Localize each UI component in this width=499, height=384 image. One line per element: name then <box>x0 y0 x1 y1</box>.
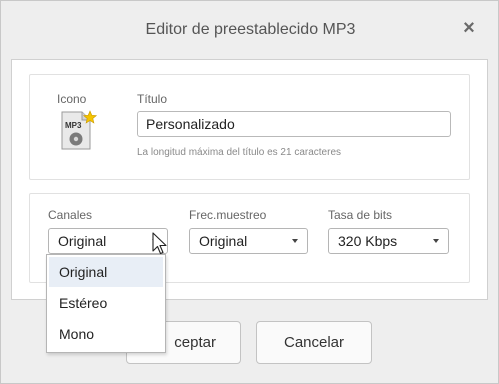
dialog-title: Editor de preestablecido MP3 <box>145 21 356 38</box>
channels-label: Canales <box>48 208 93 222</box>
sample-rate-select-value: Original <box>199 233 248 249</box>
dropdown-option-original[interactable]: Original <box>49 257 163 287</box>
mouse-cursor-icon <box>152 232 168 261</box>
chevron-down-icon <box>433 239 439 243</box>
close-icon[interactable]: × <box>460 18 478 38</box>
cancel-button[interactable]: Cancelar <box>256 321 372 364</box>
mp3-file-icon[interactable]: MP3 <box>58 109 98 153</box>
svg-text:MP3: MP3 <box>65 121 82 130</box>
sample-rate-select[interactable]: Original <box>189 228 308 254</box>
icon-label: Icono <box>57 92 87 106</box>
title-hint: La longitud máxima del título es 21 cara… <box>137 147 341 158</box>
title-label: Título <box>137 92 168 106</box>
dropdown-option-stereo[interactable]: Estéreo <box>49 288 163 318</box>
channels-select-value: Original <box>58 233 107 249</box>
bitrate-select[interactable]: 320 Kbps <box>328 228 449 254</box>
title-input[interactable]: Personalizado <box>137 111 451 137</box>
bitrate-select-value: 320 Kbps <box>338 233 398 249</box>
chevron-down-icon <box>292 239 298 243</box>
channels-dropdown-list: Original Estéreo Mono <box>46 254 166 353</box>
dropdown-option-mono[interactable]: Mono <box>49 319 163 349</box>
sample-rate-label: Frec.muestreo <box>189 208 267 222</box>
title-section: Icono MP3 Título Personalizado La longit… <box>29 74 470 180</box>
bitrate-label: Tasa de bits <box>328 208 393 222</box>
channels-select[interactable]: Original <box>48 228 168 254</box>
